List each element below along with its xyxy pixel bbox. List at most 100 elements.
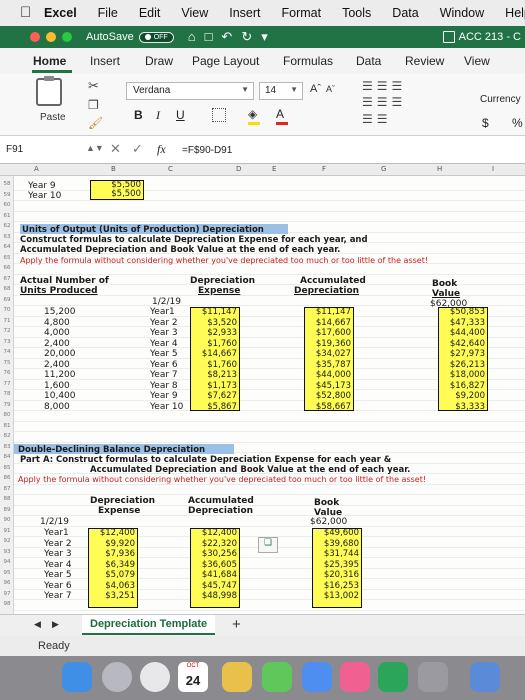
- uop-units-cell[interactable]: 4,800: [44, 318, 70, 328]
- uop-expense-box[interactable]: $11,147 $3,520 $2,933 $1,760 $14,667 $1,760 $8…: [190, 307, 240, 411]
- column-header-f[interactable]: F: [322, 165, 326, 173]
- font-size-select[interactable]: 14 ▼: [259, 82, 303, 100]
- undo-icon[interactable]: ↶: [221, 29, 232, 45]
- sheet-tab-depreciation-template[interactable]: Depreciation Template: [82, 615, 216, 635]
- row-number[interactable]: 69: [0, 297, 14, 303]
- row-number[interactable]: 63: [0, 234, 14, 240]
- uop-year-cell[interactable]: Year 9: [150, 391, 178, 401]
- ddb-header-acc-1[interactable]: Accumulated: [188, 496, 254, 506]
- minimize-window-button[interactable]: [46, 32, 56, 42]
- row-number[interactable]: 78: [0, 391, 14, 397]
- cut-icon[interactable]: ✂: [88, 78, 99, 94]
- number-format-select[interactable]: Currency: [480, 94, 521, 105]
- ddb-accumulated-box[interactable]: $12,400 $22,320 $30,256 $36,605 $41,684 $45,7…: [190, 528, 240, 608]
- menu-view[interactable]: View: [181, 6, 208, 20]
- redo-icon[interactable]: ↻: [241, 29, 252, 45]
- row-number[interactable]: 66: [0, 265, 14, 271]
- indent-icons[interactable]: ☰☰: [362, 112, 392, 126]
- uop-instruction-3[interactable]: Apply the formula without considering wh…: [20, 256, 428, 266]
- row-number[interactable]: 61: [0, 213, 14, 219]
- menu-tools[interactable]: Tools: [342, 6, 371, 20]
- fill-color-icon[interactable]: ◈: [248, 107, 260, 125]
- ddb-year-cell[interactable]: Year 6: [44, 581, 72, 591]
- menu-help[interactable]: Help: [505, 6, 525, 20]
- uop-units-cell[interactable]: 4,000: [44, 328, 70, 338]
- paste-icon[interactable]: [36, 76, 62, 106]
- column-header-c[interactable]: C: [168, 165, 173, 173]
- uop-year-cell[interactable]: Year1: [150, 307, 175, 317]
- cell-year10-label[interactable]: Year 10: [28, 191, 61, 201]
- ddb-header-dep-1[interactable]: Depreciation: [90, 496, 155, 506]
- row-number[interactable]: 77: [0, 381, 14, 387]
- ddb-year-cell[interactable]: Year 7: [44, 591, 72, 601]
- finder-icon[interactable]: [62, 662, 92, 692]
- home-icon[interactable]: ⌂: [188, 29, 196, 45]
- ddb-instruction-2[interactable]: Accumulated Depreciation and Book Value …: [90, 465, 410, 475]
- column-header-b[interactable]: B: [111, 165, 116, 173]
- uop-header-dep-2[interactable]: Expense: [198, 286, 240, 296]
- ddb-header-book-1[interactable]: Book: [314, 498, 339, 508]
- row-number[interactable]: 73: [0, 339, 14, 345]
- uop-year-cell[interactable]: Year 7: [150, 370, 178, 380]
- font-name-select[interactable]: Verdana ▼: [126, 82, 254, 100]
- next-sheet-icon[interactable]: ▶: [52, 619, 59, 630]
- menu-window[interactable]: Window: [440, 6, 484, 20]
- uop-header-book-2[interactable]: Value: [432, 289, 460, 299]
- row-number[interactable]: 74: [0, 349, 14, 355]
- ddb-book-value-box[interactable]: $49,600 $39,680 $31,744 $25,395 $20,316 $16,2…: [312, 528, 362, 608]
- row-number[interactable]: 84: [0, 454, 14, 460]
- row-number[interactable]: 96: [0, 580, 14, 586]
- uop-header-acc-1[interactable]: Accumulated: [300, 276, 366, 286]
- app-store-icon[interactable]: [302, 662, 332, 692]
- tab-view[interactable]: View: [464, 54, 490, 68]
- row-number[interactable]: 80: [0, 412, 14, 418]
- row-number[interactable]: 62: [0, 223, 14, 229]
- uop-units-cell[interactable]: 2,400: [44, 339, 70, 349]
- ddb-start-book-value[interactable]: $62,000: [310, 517, 347, 527]
- row-number[interactable]: 75: [0, 360, 14, 366]
- uop-header-actual-2[interactable]: Units Produced: [20, 286, 98, 296]
- ddb-title[interactable]: Double-Declining Balance Depreciation: [18, 445, 205, 455]
- row-number[interactable]: 87: [0, 486, 14, 492]
- menu-file[interactable]: File: [98, 6, 118, 20]
- uop-instruction-2[interactable]: Accumulated Depreciation and Book Value …: [20, 245, 340, 255]
- top-values-box[interactable]: $5,500 $5,500: [90, 180, 144, 200]
- apple-icon[interactable]: : [20, 4, 31, 21]
- row-number[interactable]: 89: [0, 507, 14, 513]
- customize-toolbar-icon[interactable]: ▾: [261, 29, 268, 45]
- row-number[interactable]: 76: [0, 370, 14, 376]
- zoom-window-button[interactable]: [62, 32, 72, 42]
- row-number[interactable]: 60: [0, 202, 14, 208]
- name-box-stepper-icon[interactable]: ▲▼: [86, 143, 104, 153]
- close-window-button[interactable]: [30, 32, 40, 42]
- tab-data[interactable]: Data: [356, 54, 381, 68]
- row-number[interactable]: 91: [0, 528, 14, 534]
- tab-page-layout[interactable]: Page Layout: [192, 54, 259, 68]
- uop-book-value-box[interactable]: $50,853 $47,333 $44,400 $42,640 $27,973 $26,2…: [438, 307, 488, 411]
- tab-home[interactable]: Home: [33, 54, 66, 68]
- uop-header-dep-1[interactable]: Depreciation: [190, 276, 255, 286]
- format-painter-icon[interactable]: 🖌: [88, 116, 103, 130]
- italic-button[interactable]: I: [156, 108, 160, 123]
- name-box[interactable]: F91: [0, 141, 92, 159]
- ddb-instruction-3[interactable]: Apply the formula without considering wh…: [18, 475, 426, 485]
- font-color-icon[interactable]: A: [276, 107, 288, 125]
- save-icon[interactable]: □: [205, 29, 213, 45]
- percent-style-button[interactable]: %: [512, 116, 523, 130]
- insert-function-icon[interactable]: fx: [157, 142, 166, 157]
- prev-sheet-icon[interactable]: ◀: [34, 619, 41, 630]
- uop-units-cell[interactable]: 1,600: [44, 381, 70, 391]
- row-number[interactable]: 85: [0, 465, 14, 471]
- increase-font-size-icon[interactable]: Aˆ: [310, 83, 321, 95]
- paste-options-icon[interactable]: ❏: [258, 537, 278, 553]
- system-preferences-icon[interactable]: [418, 662, 448, 692]
- cell-year9-label[interactable]: Year 9: [28, 181, 56, 191]
- uop-year-cell[interactable]: Year 10: [150, 402, 183, 412]
- row-number[interactable]: 97: [0, 591, 14, 597]
- uop-units-cell[interactable]: 20,000: [44, 349, 76, 359]
- tab-draw[interactable]: Draw: [145, 54, 173, 68]
- notes-icon[interactable]: [222, 662, 252, 692]
- row-number[interactable]: 94: [0, 559, 14, 565]
- ddb-expense-box[interactable]: $12,400 $9,920 $7,936 $6,349 $5,079 $4,063 $3,…: [88, 528, 138, 608]
- ddb-year-cell[interactable]: Year 2: [44, 539, 72, 549]
